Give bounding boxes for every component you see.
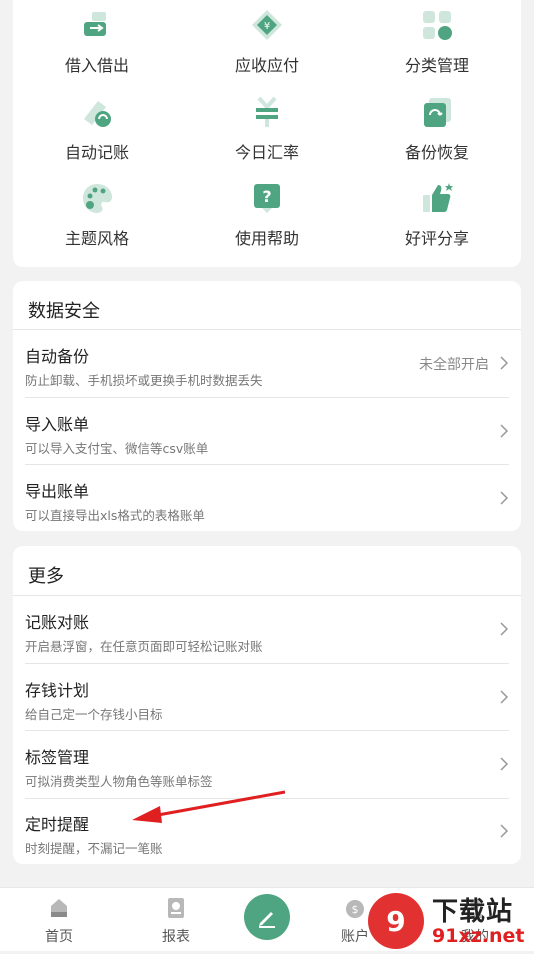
tab-home[interactable]: 首页 bbox=[24, 896, 94, 946]
report-icon bbox=[168, 898, 184, 918]
annotation-arrow bbox=[132, 790, 286, 823]
svg-text:$: $ bbox=[352, 903, 359, 916]
add-record-button[interactable] bbox=[244, 894, 290, 940]
home-icon bbox=[51, 899, 67, 917]
watermark-domain: 91xz.net bbox=[432, 925, 525, 947]
tab-report[interactable]: 报表 bbox=[141, 896, 211, 946]
watermark: 9 下载站 91xz.net bbox=[360, 885, 534, 950]
tab-label: 报表 bbox=[162, 929, 190, 945]
tab-label: 首页 bbox=[45, 929, 73, 945]
watermark-brand: 下载站 bbox=[432, 897, 514, 927]
pen-icon bbox=[259, 912, 275, 928]
svg-text:9: 9 bbox=[386, 905, 405, 938]
